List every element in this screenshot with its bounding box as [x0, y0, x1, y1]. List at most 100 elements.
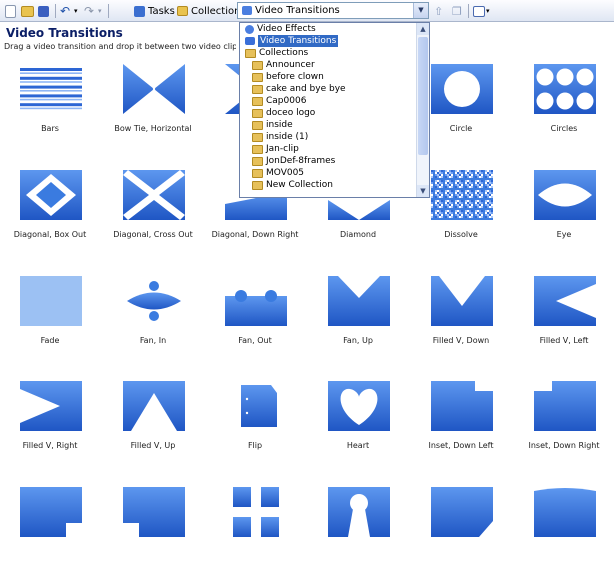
- transition-label: Filled V, Left: [539, 336, 589, 345]
- folder-icon: [252, 84, 263, 94]
- undo-icon[interactable]: ↶: [60, 3, 70, 19]
- inset-down-left-icon: [431, 381, 493, 431]
- new-file-icon[interactable]: [5, 3, 16, 19]
- fan-out-icon: [225, 290, 287, 326]
- transition-label: Diagonal, Box Out: [13, 230, 87, 239]
- collections-button[interactable]: Collections: [177, 3, 246, 19]
- video-effects-icon: [245, 24, 254, 34]
- transition-item[interactable]: Diagonal, Cross Out: [103, 170, 203, 270]
- dropdown-item[interactable]: Cap0006: [240, 95, 429, 107]
- dropdown-item[interactable]: before clown: [240, 71, 429, 83]
- transition-label: Fan, Up: [343, 336, 373, 345]
- dropdown-item[interactable]: cake and bye bye: [240, 83, 429, 95]
- transition-item[interactable]: [205, 487, 305, 587]
- dropdown-item[interactable]: JonDef-8frames: [240, 155, 429, 167]
- transition-item[interactable]: Inset, Down Right: [514, 381, 614, 481]
- transition-item[interactable]: Filled V, Down: [411, 276, 511, 376]
- folder-icon: [252, 120, 263, 130]
- transition-item[interactable]: Fan, Out: [205, 276, 305, 376]
- dropdown-item[interactable]: Video Effects: [240, 23, 429, 35]
- fan-up-icon: [328, 276, 390, 326]
- diagonal-cross-out-icon: [123, 170, 185, 220]
- dissolve-icon: [431, 170, 493, 220]
- dropdown-item[interactable]: Announcer: [240, 59, 429, 71]
- transition-item[interactable]: Fan, In: [103, 276, 203, 376]
- transition-label: Circles: [550, 124, 578, 133]
- transition-label: Bow Tie, Horizontal: [114, 124, 192, 133]
- transition-item[interactable]: Flip: [205, 381, 305, 481]
- views-chevron-icon: ▾: [486, 7, 490, 15]
- open-folder-icon[interactable]: [21, 3, 34, 19]
- transition-label: Diagonal, Cross Out: [113, 230, 193, 239]
- undo-dropdown-icon[interactable]: ▾: [74, 3, 78, 19]
- folder-icon: [252, 96, 263, 106]
- dropdown-item[interactable]: inside: [240, 119, 429, 131]
- inset-down-right-icon: [534, 381, 596, 431]
- scroll-up-icon[interactable]: ▲: [417, 23, 429, 35]
- transition-label: Filled V, Right: [22, 441, 78, 450]
- transition-label: Dissolve: [444, 230, 478, 239]
- transition-item[interactable]: Heart: [308, 381, 408, 481]
- dropdown-item[interactable]: MOV005: [240, 167, 429, 179]
- up-level-icon[interactable]: ⇧: [434, 3, 443, 19]
- dropdown-item[interactable]: doceo logo: [240, 107, 429, 119]
- transition-item[interactable]: Filled V, Left: [514, 276, 614, 376]
- transition-label: Flip: [247, 441, 263, 450]
- inset-variant-1-icon: [20, 487, 82, 537]
- folder-icon: [252, 60, 263, 70]
- video-transitions-icon: [245, 37, 255, 45]
- transition-item[interactable]: Circles: [514, 64, 614, 164]
- transition-item[interactable]: [103, 487, 203, 587]
- folder-icon: [245, 48, 256, 58]
- transition-item[interactable]: [514, 487, 614, 587]
- transitions-icon: [242, 6, 252, 15]
- flip-icon: [241, 385, 277, 427]
- transition-item[interactable]: Eye: [514, 170, 614, 270]
- dropdown-item-label: before clown: [266, 72, 324, 82]
- dropdown-item[interactable]: inside (1): [240, 131, 429, 143]
- dropdown-scrollbar[interactable]: ▲ ▼: [416, 23, 429, 197]
- views-button[interactable]: ▾: [473, 3, 490, 19]
- instruction-text: Drag a video transition and drop it betw…: [4, 42, 236, 51]
- page-title: Video Transitions: [6, 26, 123, 40]
- dropdown-item[interactable]: New Collection: [240, 179, 429, 191]
- circles-icon: [534, 64, 596, 114]
- transition-label: Inset, Down Left: [428, 441, 494, 450]
- new-folder-icon[interactable]: ❐: [452, 3, 462, 19]
- folder-icon: [252, 108, 263, 118]
- scroll-down-icon[interactable]: ▼: [417, 185, 429, 197]
- tasks-button[interactable]: Tasks: [134, 3, 175, 19]
- dropdown-item[interactable]: Collections: [240, 47, 429, 59]
- transition-item[interactable]: [308, 487, 408, 587]
- filled-v-up-icon: [123, 381, 185, 431]
- collection-dropdown-list[interactable]: Video Effects Video Transitions Collection…: [239, 22, 430, 198]
- save-icon[interactable]: [38, 3, 49, 19]
- transition-item[interactable]: Bars: [0, 64, 100, 164]
- redo-icon[interactable]: ↷: [84, 3, 94, 19]
- dropdown-item-label: Video Effects: [257, 24, 316, 34]
- inset-variant-4-icon: [534, 488, 596, 537]
- transition-label: Filled V, Up: [130, 441, 176, 450]
- transition-item[interactable]: Bow Tie, Horizontal: [103, 64, 203, 164]
- dropdown-item-label: Jan-clip: [266, 144, 299, 154]
- transition-item[interactable]: Fade: [0, 276, 100, 376]
- transition-label: Eye: [556, 230, 572, 239]
- collections-icon: [177, 6, 188, 16]
- dropdown-item[interactable]: Video Transitions: [240, 35, 429, 47]
- transition-item[interactable]: Filled V, Up: [103, 381, 203, 481]
- transition-item[interactable]: [411, 487, 511, 587]
- transition-item[interactable]: [0, 487, 100, 587]
- heart-icon: [328, 381, 390, 431]
- transition-item[interactable]: Inset, Down Left: [411, 381, 511, 481]
- transition-item[interactable]: Fan, Up: [308, 276, 408, 376]
- dropdown-item-label: doceo logo: [266, 108, 316, 118]
- redo-dropdown-icon[interactable]: ▾: [98, 3, 102, 19]
- chevron-down-icon[interactable]: ▼: [413, 3, 428, 18]
- scrollbar-thumb[interactable]: [418, 37, 428, 155]
- collection-dropdown[interactable]: Video Transitions ▼: [237, 2, 429, 19]
- eye-icon: [534, 170, 596, 220]
- transition-item[interactable]: Filled V, Right: [0, 381, 100, 481]
- dropdown-item[interactable]: Jan-clip: [240, 143, 429, 155]
- transition-item[interactable]: Diagonal, Box Out: [0, 170, 100, 270]
- filled-v-down-icon: [431, 276, 493, 326]
